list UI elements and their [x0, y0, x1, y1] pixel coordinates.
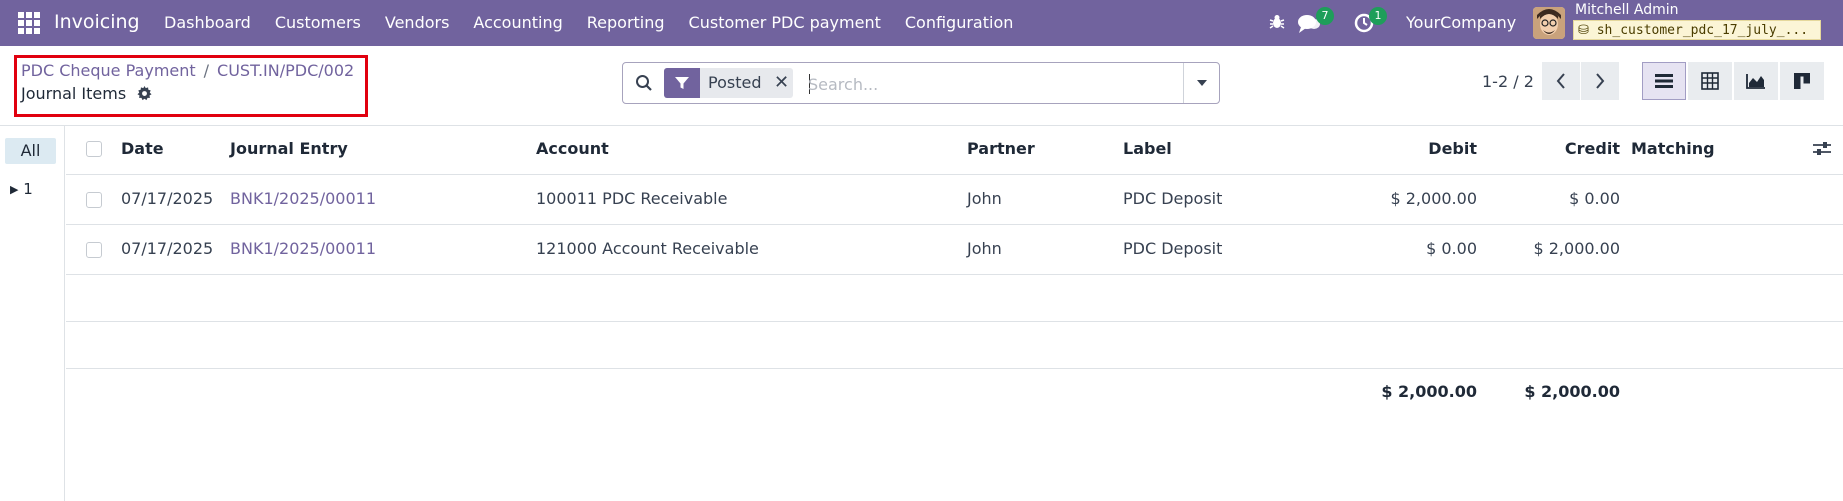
caret-right-icon: ▶: [10, 183, 19, 196]
main-menu: Dashboard Customers Vendors Accounting R…: [164, 13, 1037, 32]
search-bar: Posted ✕ Search...: [622, 62, 1220, 104]
column-header-label[interactable]: Label: [1123, 139, 1172, 158]
menu-item-customer-pdc-payment[interactable]: Customer PDC payment: [689, 13, 881, 32]
optional-columns-toggle-icon[interactable]: [1812, 140, 1832, 162]
row-checkbox[interactable]: [86, 192, 102, 208]
menu-item-customers[interactable]: Customers: [275, 13, 361, 32]
app-menu-icon[interactable]: [18, 12, 40, 34]
table-icon: [1701, 72, 1719, 90]
list-view-button[interactable]: [1642, 62, 1686, 100]
search-options-toggle[interactable]: [1183, 63, 1219, 103]
cell-credit: $ 2,000.00: [1533, 239, 1620, 258]
kanban-view-button[interactable]: [1780, 62, 1824, 100]
user-name[interactable]: Mitchell Admin: [1575, 2, 1679, 18]
search-facet-posted: Posted ✕: [664, 68, 794, 98]
cell-date: 07/17/2025: [121, 189, 214, 208]
empty-row: [66, 275, 1843, 322]
page-title-text: Journal Items: [21, 84, 127, 103]
column-header-partner[interactable]: Partner: [967, 139, 1035, 158]
messages-badge: 7: [1316, 7, 1334, 25]
graph-view-button[interactable]: [1734, 62, 1778, 100]
search-side-panel: All ▶ 1: [0, 126, 65, 501]
menu-item-configuration[interactable]: Configuration: [905, 13, 1014, 32]
cell-label: PDC Deposit: [1123, 239, 1223, 258]
menu-item-vendors[interactable]: Vendors: [385, 13, 450, 32]
page-title: Journal Items: [21, 84, 152, 105]
cell-partner: John: [967, 239, 1002, 258]
column-header-credit[interactable]: Credit: [1496, 139, 1620, 158]
empty-row: [66, 322, 1843, 369]
table-row[interactable]: 07/17/2025 BNK1/2025/00011 121000 Accoun…: [66, 225, 1843, 275]
cell-account: 121000 Account Receivable: [536, 239, 759, 258]
database-name: ⛁ sh_customer_pdc_17_july_...: [1573, 20, 1821, 40]
list-icon: [1655, 74, 1673, 88]
debug-bug-icon[interactable]: [1268, 13, 1286, 35]
facet-value: Posted: [708, 73, 762, 92]
company-switcher[interactable]: YourCompany: [1406, 13, 1516, 32]
database-icon: ⛁: [1578, 23, 1589, 38]
activities-badge: 1: [1369, 7, 1387, 25]
filter-icon: [664, 68, 700, 98]
chevron-right-icon: [1596, 73, 1605, 89]
breadcrumb-item-record[interactable]: CUST.IN/PDC/002: [217, 61, 354, 80]
breadcrumb: PDC Cheque Payment / CUST.IN/PDC/002: [21, 61, 354, 80]
menu-item-dashboard[interactable]: Dashboard: [164, 13, 251, 32]
total-debit: $ 2,000.00: [1381, 382, 1477, 401]
cell-journal-entry[interactable]: BNK1/2025/00011: [230, 189, 376, 208]
cell-credit: $ 0.00: [1569, 189, 1620, 208]
column-header-date[interactable]: Date: [121, 139, 164, 158]
table-header: Date Journal Entry Account Partner Label…: [66, 126, 1843, 175]
gear-icon[interactable]: [137, 86, 152, 105]
pager-previous-button[interactable]: [1542, 62, 1580, 100]
top-navbar: Invoicing Dashboard Customers Vendors Ac…: [0, 0, 1843, 46]
caret-down-icon: [1196, 80, 1207, 86]
user-avatar[interactable]: [1533, 7, 1565, 39]
cell-date: 07/17/2025: [121, 239, 214, 258]
row-checkbox[interactable]: [86, 242, 102, 258]
search-icon[interactable]: [635, 74, 653, 96]
breadcrumb-item-pdc-cheque-payment[interactable]: PDC Cheque Payment: [21, 61, 196, 80]
search-input[interactable]: Search...: [808, 75, 878, 94]
area-chart-icon: [1746, 74, 1765, 89]
pager-value[interactable]: 1-2 / 2: [1482, 72, 1534, 91]
breadcrumb-separator: /: [203, 61, 210, 80]
menu-item-accounting[interactable]: Accounting: [473, 13, 562, 32]
pager-next-button[interactable]: [1581, 62, 1619, 100]
cell-account: 100011 PDC Receivable: [536, 189, 728, 208]
column-header-debit[interactable]: Debit: [1306, 139, 1477, 158]
side-panel-group-1[interactable]: ▶ 1: [10, 180, 33, 198]
cell-debit: $ 0.00: [1426, 239, 1477, 258]
facet-remove-button[interactable]: ✕: [769, 68, 793, 98]
menu-item-reporting[interactable]: Reporting: [587, 13, 665, 32]
pivot-view-button[interactable]: [1688, 62, 1732, 100]
column-header-matching[interactable]: Matching: [1631, 139, 1715, 158]
table-row[interactable]: 07/17/2025 BNK1/2025/00011 100011 PDC Re…: [66, 175, 1843, 225]
column-header-journal-entry[interactable]: Journal Entry: [230, 139, 348, 158]
side-panel-all[interactable]: All: [5, 138, 56, 164]
column-header-account[interactable]: Account: [536, 139, 609, 158]
chevron-left-icon: [1556, 73, 1565, 89]
total-credit: $ 2,000.00: [1524, 382, 1620, 401]
app-name[interactable]: Invoicing: [54, 11, 140, 33]
control-panel: PDC Cheque Payment / CUST.IN/PDC/002 Journ…: [0, 46, 1843, 126]
select-all-checkbox[interactable]: [86, 141, 102, 157]
cell-debit: $ 2,000.00: [1390, 189, 1477, 208]
cell-label: PDC Deposit: [1123, 189, 1223, 208]
table-footer-totals: $ 2,000.00 $ 2,000.00: [66, 369, 1843, 415]
cell-partner: John: [967, 189, 1002, 208]
kanban-icon: [1794, 73, 1810, 89]
cell-journal-entry[interactable]: BNK1/2025/00011: [230, 239, 376, 258]
